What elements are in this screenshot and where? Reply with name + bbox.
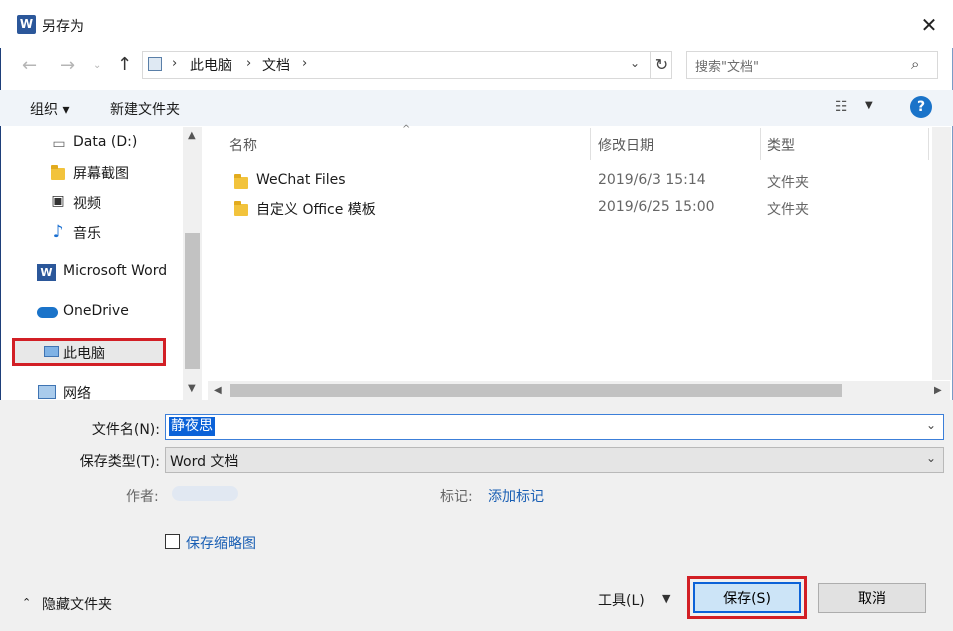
sidebar-item-onedrive[interactable]: OneDrive (63, 303, 129, 319)
forward-arrow-icon[interactable]: → (60, 55, 75, 76)
search-placeholder: 搜索"文档" (695, 60, 759, 75)
organize-button[interactable]: 组织 ▾ (30, 99, 69, 119)
filename-value[interactable]: 静夜思 (169, 417, 215, 436)
drive-icon: ▭ (52, 136, 66, 152)
close-icon[interactable]: ✕ (916, 12, 942, 38)
cancel-button[interactable]: 取消 (818, 583, 926, 613)
filetype-label: 保存类型(T): (79, 454, 160, 470)
add-tags-link[interactable]: 添加标记 (488, 486, 544, 506)
column-divider[interactable] (760, 128, 761, 160)
filetype-dropdown-icon[interactable]: ⌄ (926, 451, 936, 465)
sidebar-item-screenshots[interactable]: 屏幕截图 (73, 163, 129, 183)
collapse-caret-icon[interactable]: ⌃ (22, 596, 31, 609)
file-row-type: 文件夹 (767, 175, 809, 191)
up-arrow-icon[interactable]: ↑ (117, 54, 132, 75)
sort-ascending-icon: ^ (402, 124, 411, 135)
folder-icon (234, 174, 248, 189)
filetype-value: Word 文档 (170, 454, 239, 470)
filename-input[interactable] (165, 414, 944, 440)
view-options-icon[interactable]: ☷ (835, 99, 848, 115)
back-arrow-icon[interactable]: ← (22, 55, 37, 76)
window-title: 另存为 (42, 19, 84, 35)
breadcrumb-documents[interactable]: 文档 (262, 55, 290, 75)
refresh-icon[interactable]: ↻ (650, 51, 672, 79)
file-row-name[interactable]: 自定义 Office 模板 (256, 199, 376, 219)
sidebar-item-data-drive[interactable]: Data (D:) (73, 134, 137, 150)
file-list-vertical-scrollbar[interactable] (932, 127, 951, 380)
breadcrumb-chevron-icon[interactable]: › (246, 56, 251, 71)
tools-dropdown-icon[interactable]: ▼ (662, 592, 670, 605)
help-icon[interactable]: ? (910, 96, 932, 118)
sidebar-item-videos[interactable]: 视频 (73, 193, 101, 213)
author-label: 作者: (126, 489, 159, 505)
scroll-up-icon[interactable]: ▲ (188, 130, 196, 141)
sidebar-item-microsoft-word[interactable]: Microsoft Word (63, 263, 167, 279)
breadcrumb-this-pc[interactable]: 此电脑 (190, 55, 232, 75)
navigation-scrollbar-thumb[interactable] (185, 233, 200, 369)
new-folder-button[interactable]: 新建文件夹 (110, 99, 180, 119)
save-thumbnail-checkbox[interactable] (165, 534, 180, 549)
column-header-name[interactable]: 名称 (229, 135, 257, 155)
network-icon (38, 385, 56, 399)
breadcrumb-chevron-icon[interactable]: › (172, 56, 177, 71)
filetype-select[interactable] (165, 447, 944, 473)
column-divider[interactable] (590, 128, 591, 160)
column-header-date[interactable]: 修改日期 (598, 135, 654, 155)
title-bar (0, 0, 953, 48)
file-row-date: 2019/6/25 15:00 (598, 199, 715, 215)
author-value-redacted[interactable] (172, 486, 238, 501)
column-header-type[interactable]: 类型 (767, 135, 795, 155)
music-icon: ♪ (52, 222, 64, 242)
word-icon: W (37, 264, 56, 281)
scroll-down-icon[interactable]: ▼ (188, 383, 196, 394)
folder-icon (234, 201, 248, 216)
file-row-date: 2019/6/3 15:14 (598, 172, 706, 188)
address-dropdown-icon[interactable]: ⌄ (630, 56, 640, 70)
word-app-icon: W (17, 15, 36, 34)
save-button[interactable]: 保存(S) (693, 582, 801, 613)
sidebar-item-this-pc[interactable]: 此电脑 (63, 343, 105, 363)
file-row-type: 文件夹 (767, 202, 809, 218)
pc-icon (148, 57, 162, 71)
video-icon: ▣ (51, 193, 65, 209)
recent-locations-chevron-icon[interactable]: ⌄ (93, 60, 101, 71)
tags-label: 标记: (440, 489, 473, 505)
scroll-left-icon[interactable]: ◀ (214, 385, 222, 396)
view-dropdown-icon[interactable]: ▼ (865, 100, 873, 111)
search-icon[interactable]: ⌕ (911, 55, 919, 73)
file-row-name[interactable]: WeChat Files (256, 172, 346, 188)
save-thumbnail-label[interactable]: 保存缩略图 (186, 533, 256, 553)
filename-label: 文件名(N): (91, 422, 160, 438)
hide-folders-button[interactable]: 隐藏文件夹 (42, 594, 112, 614)
horizontal-scrollbar-thumb[interactable] (230, 384, 842, 397)
folder-icon (51, 165, 65, 180)
filename-dropdown-icon[interactable]: ⌄ (926, 418, 936, 432)
tools-button[interactable]: 工具(L) (598, 590, 645, 610)
cloud-icon (37, 307, 58, 318)
column-divider[interactable] (928, 128, 929, 160)
scroll-right-icon[interactable]: ▶ (934, 385, 942, 396)
sidebar-item-music[interactable]: 音乐 (73, 223, 101, 243)
breadcrumb-chevron-icon[interactable]: › (302, 56, 307, 71)
pc-icon (44, 346, 59, 357)
